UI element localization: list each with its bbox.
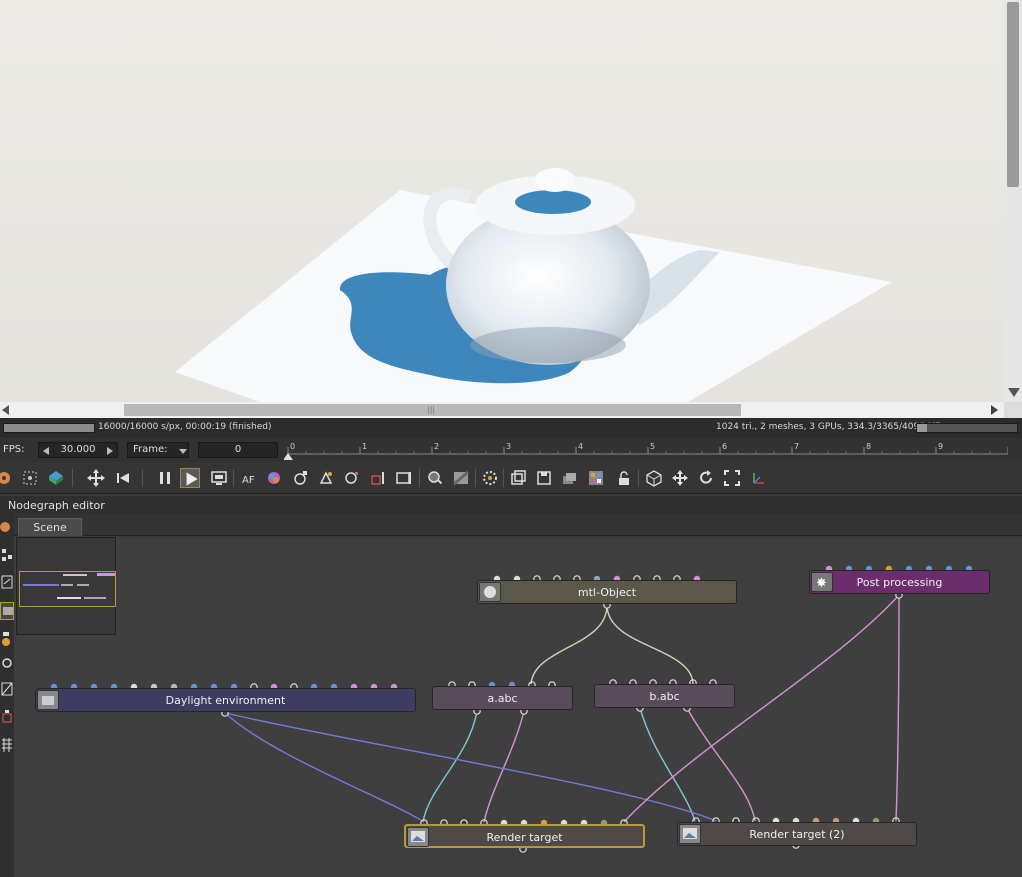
pause-icon[interactable] [155, 468, 175, 488]
node-label-post-processing: Post processing [856, 576, 943, 589]
rotate-icon[interactable] [696, 468, 716, 488]
render-region-icon[interactable] [209, 468, 229, 488]
node-daylight-environment[interactable]: Daylight environment [35, 688, 416, 712]
save-icon[interactable] [534, 468, 554, 488]
fps-increase-icon[interactable] [107, 447, 113, 455]
fps-decrease-icon[interactable] [43, 447, 49, 455]
rewind-icon[interactable] [113, 468, 133, 488]
nodegraph-tool-icon-1[interactable] [0, 518, 14, 536]
nodegraph-tool-icon-2[interactable] [0, 546, 14, 564]
node-render-target[interactable]: Render target [404, 824, 645, 848]
play-icon[interactable] [180, 468, 200, 488]
render-progress-fill [4, 424, 94, 432]
axis-icon[interactable] [748, 468, 768, 488]
nodegraph-canvas[interactable]: mtl-Object ✸ Post processing Daylight en… [14, 537, 1022, 877]
node-b-abc[interactable]: b.abc [594, 684, 735, 708]
timeline-ruler[interactable]: 012345678910 [284, 438, 1008, 462]
af-icon[interactable]: AF [240, 468, 260, 488]
scene-stats-text: 1024 tri., 2 meshes, 3 GPUs, 334.3/3365/… [716, 422, 942, 432]
ruler-tick-label: 6 [722, 442, 727, 451]
tab-scene[interactable]: Scene [18, 518, 82, 536]
fps-value: 30.000 [60, 444, 96, 455]
gpu-memory-fill [917, 424, 927, 432]
viewport-toolbar: AF [0, 462, 1022, 494]
chevron-down-icon [179, 449, 187, 454]
node-label-mtl-object: mtl-Object [577, 586, 637, 599]
ruler-tick-label: 5 [650, 442, 655, 451]
ruler-tick-label: 1 [362, 442, 367, 451]
loading-icon[interactable] [480, 468, 500, 488]
status-bar: 16000/16000 s/px, 00:00:19 (finished) 10… [0, 418, 1022, 438]
node-render-target-2[interactable]: Render target (2) [677, 822, 917, 846]
scroll-corner [1004, 402, 1022, 418]
scroll-down-arrow-icon[interactable] [1008, 388, 1020, 397]
region-icon[interactable] [368, 468, 388, 488]
render-status-text: 16000/16000 s/px, 00:00:19 (finished) [98, 422, 272, 432]
fps-spinbox[interactable]: 30.000 [38, 442, 118, 458]
material-icon[interactable] [316, 468, 336, 488]
nodegraph-tool-icon-4[interactable] [0, 602, 14, 620]
gpu-memory-bar [916, 423, 1018, 433]
texture-icon[interactable] [451, 468, 471, 488]
viewport-horizontal-scrollbar[interactable]: ||| [0, 402, 1004, 418]
node-label-render-target-2: Render target (2) [749, 828, 845, 841]
svg-text:AF: AF [242, 475, 255, 486]
node-label-a-abc: a.abc [487, 692, 518, 705]
teapot-render-image [175, 168, 892, 402]
cube-icon[interactable] [644, 468, 664, 488]
scroll-left-arrow-icon[interactable] [2, 405, 9, 415]
ruler-tick-label: 3 [506, 442, 511, 451]
nodegraph-tab-bar: Scene [14, 514, 1022, 536]
frame-dropdown[interactable]: Frame: [127, 442, 189, 458]
ruler-tick-label: 7 [794, 442, 799, 451]
node-a-abc[interactable]: a.abc [432, 686, 573, 710]
node-post-processing[interactable]: ✸ Post processing [809, 570, 990, 594]
material-picker-icon[interactable] [46, 468, 66, 488]
film-icon[interactable] [394, 468, 414, 488]
nodegraph-tool-icon-7[interactable] [0, 680, 14, 698]
fullscreen-icon[interactable] [722, 468, 742, 488]
vertical-scroll-thumb[interactable] [1007, 2, 1019, 187]
viewport-vertical-scrollbar[interactable] [1004, 0, 1022, 402]
node-mtl-object[interactable]: mtl-Object [477, 580, 737, 604]
render-progress-bar [3, 423, 95, 433]
move-view-icon[interactable] [86, 468, 106, 488]
ruler-tick-label: 0 [290, 442, 295, 451]
focus-picker-icon[interactable] [20, 468, 40, 488]
ruler-tick-label: 8 [866, 442, 871, 451]
white-balance-icon[interactable] [290, 468, 310, 488]
render-viewport[interactable] [0, 0, 1004, 402]
ruler-tick-label: 2 [434, 442, 439, 451]
nodegraph-tool-icon-8[interactable] [0, 708, 14, 726]
nodegraph-tool-icon-6[interactable] [0, 654, 14, 672]
color-wheel-icon[interactable] [264, 468, 284, 488]
layers-icon[interactable] [560, 468, 580, 488]
ruler-tick-label: 4 [578, 442, 583, 451]
node-label-daylight-environment: Daylight environment [165, 694, 286, 707]
nodegraph-editor-title: Nodegraph editor [8, 499, 105, 512]
palette-icon[interactable] [586, 468, 606, 488]
nodegraph-sidebar [0, 514, 14, 877]
frame-input[interactable]: 0 [198, 442, 278, 458]
scroll-grip-icon: ||| [427, 405, 436, 414]
color-picker-icon[interactable] [0, 468, 16, 488]
copy-icon[interactable] [508, 468, 528, 488]
nodegraph-tool-icon-9[interactable] [0, 736, 14, 754]
object-icon[interactable] [342, 468, 362, 488]
move-icon[interactable] [670, 468, 690, 488]
node-label-b-abc: b.abc [649, 690, 680, 703]
timeline-bar: FPS: 30.000 Frame: 0 012345678910 [0, 438, 1022, 462]
ruler-tick-label: 9 [938, 442, 943, 451]
zoom-icon[interactable] [425, 468, 445, 488]
nodegraph-tool-icon-3[interactable] [0, 574, 14, 592]
nodegraph-tool-icon-5[interactable] [0, 630, 14, 648]
scroll-right-arrow-icon[interactable] [991, 405, 998, 415]
nodegraph-editor-header: Nodegraph editor [0, 496, 1022, 514]
frame-dropdown-label: Frame: [133, 444, 168, 455]
fps-label: FPS: [3, 444, 25, 455]
lock-icon[interactable] [614, 468, 634, 488]
node-label-render-target: Render target [486, 831, 563, 844]
